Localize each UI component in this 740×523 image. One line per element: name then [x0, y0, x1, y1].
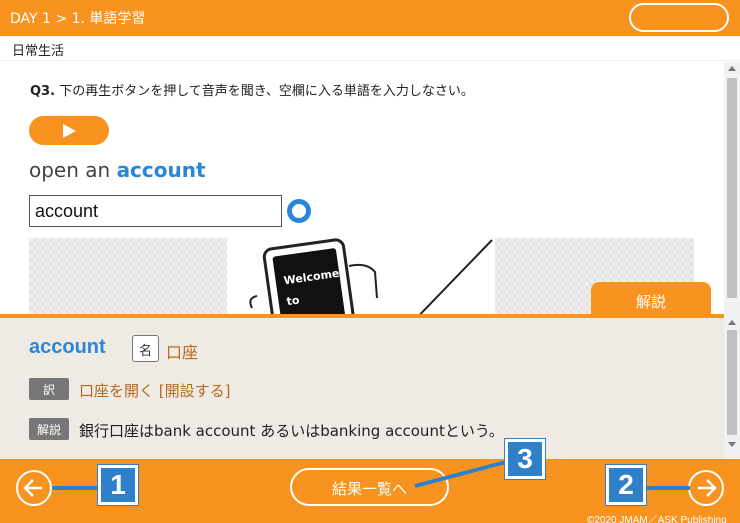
callout-2: 2: [606, 465, 646, 505]
callout-3: 3: [505, 439, 545, 479]
callout-lines: [52, 460, 690, 490]
callout-1: 1: [98, 465, 138, 505]
